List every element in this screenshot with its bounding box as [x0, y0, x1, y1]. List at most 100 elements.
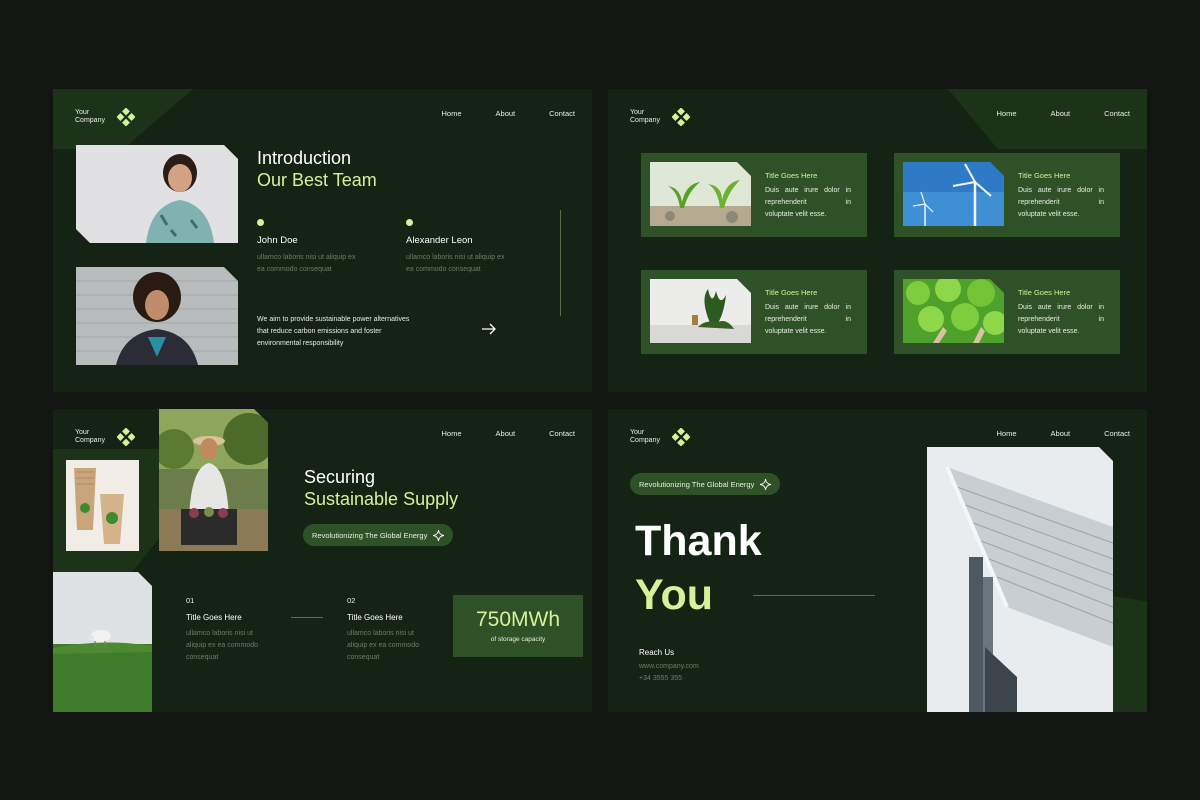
slide-supply: Your Company Home About Contact Securing… [53, 409, 592, 712]
slide-title: Introduction Our Best Team [257, 147, 377, 191]
member-desc-line: ea commodo consequat [406, 266, 481, 273]
divider-line [291, 617, 323, 618]
item-title: Title Goes Here [347, 613, 403, 622]
team-photo-john [76, 145, 238, 243]
logo-line-1: Your [630, 429, 645, 436]
member-desc-line: ea commodo consequat [257, 266, 332, 273]
card-text: Duis aute irure dolor in reprehenderit i… [765, 304, 851, 335]
website-link[interactable]: www.company.com [639, 663, 699, 670]
feature-card[interactable]: Title Goes Here Duis aute irure dolor in… [641, 153, 867, 237]
item-desc-line: aliquip ex ea commodo [347, 642, 419, 649]
member-name: Alexander Leon [406, 235, 473, 246]
logo-line-2: Company [630, 117, 660, 124]
bullet-dot [406, 219, 413, 226]
nav-home[interactable]: Home [997, 429, 1017, 438]
nav-contact[interactable]: Contact [549, 109, 575, 118]
logo-line-2: Company [75, 117, 105, 124]
card-title: Title Goes Here [1018, 288, 1071, 297]
slide-features: Your Company Home About Contact Title Go… [608, 89, 1147, 392]
wind-turbine-photo [903, 162, 1004, 226]
pill-label: Revolutionizing The Global Energy [312, 530, 428, 540]
solar-panel-photo [927, 447, 1113, 712]
nav-about[interactable]: About [496, 109, 516, 118]
diamond-logo-icon [117, 108, 135, 126]
lettuce-photo [903, 279, 1004, 343]
item-desc-line: consequat [186, 654, 219, 661]
logo-line-1: Your [630, 109, 645, 116]
nav-home[interactable]: Home [442, 109, 462, 118]
stat-label: of storage capacity [490, 636, 546, 643]
logo-line-1: Your [75, 109, 90, 116]
logo-line-2: Company [630, 437, 660, 444]
you-heading: You [635, 571, 714, 619]
company-logo[interactable]: Your Company [75, 108, 135, 126]
company-logo[interactable]: Your Company [630, 428, 690, 446]
member-name: John Doe [257, 235, 298, 246]
card-title: Title Goes Here [765, 171, 818, 180]
top-nav: Home About Contact [442, 109, 575, 118]
nav-home[interactable]: Home [997, 109, 1017, 118]
nav-home[interactable]: Home [442, 429, 462, 438]
feature-card[interactable]: Title Goes Here Duis aute irure dolor in… [894, 270, 1120, 354]
card-text: Duis aute irure dolor in reprehenderit i… [765, 187, 851, 218]
reach-us-label: Reach Us [639, 648, 675, 657]
divider-line [560, 210, 561, 316]
feature-card[interactable]: Title Goes Here Duis aute irure dolor in… [894, 153, 1120, 237]
diamond-logo-icon [672, 108, 690, 126]
sparkle-icon [760, 478, 772, 490]
mission-text: We aim to provide sustainable power alte… [257, 316, 410, 323]
item-title: Title Goes Here [186, 613, 242, 622]
nav-contact[interactable]: Contact [549, 429, 575, 438]
mission-text: that reduce carbon emissions and foster [257, 328, 382, 335]
title-line-1: Securing [304, 467, 376, 487]
item-desc-line: ullamco laboris nisi ut [347, 630, 414, 637]
member-desc-line: ullamco laboris nisi ut aliquip ex [406, 254, 505, 261]
plant-shelf-photo [650, 279, 751, 343]
stat-value: 750MWh [475, 608, 561, 631]
title-line-1: Introduction [257, 148, 352, 168]
divider-line [753, 595, 875, 596]
title-line-2: Sustainable Supply [304, 489, 459, 509]
company-logo[interactable]: Your Company [75, 428, 135, 446]
sheep-field-photo [53, 572, 152, 712]
item-desc-line: ullamco laboris nisi ut [186, 630, 253, 637]
nav-about[interactable]: About [1051, 429, 1071, 438]
tagline-pill[interactable]: Revolutionizing The Global Energy [303, 524, 454, 546]
decor-shape [948, 89, 1147, 149]
pill-label: Revolutionizing The Global Energy [639, 479, 755, 489]
item-number: 01 [186, 596, 195, 605]
tagline-pill[interactable]: Revolutionizing The Global Energy [630, 473, 781, 495]
card-title: Title Goes Here [765, 288, 818, 297]
arrow-right-icon[interactable] [481, 323, 497, 335]
nav-contact[interactable]: Contact [1104, 429, 1130, 438]
phone-number: +34 3555 355 [639, 675, 683, 682]
diamond-logo-icon [672, 428, 690, 446]
nav-about[interactable]: About [1051, 109, 1071, 118]
card-text: Duis aute irure dolor in reprehenderit i… [1018, 187, 1104, 218]
diamond-logo-icon [117, 428, 135, 446]
logo-line-1: Your [75, 429, 90, 436]
sparkle-icon [433, 529, 445, 541]
card-text: Duis aute irure dolor in reprehenderit i… [1018, 304, 1104, 335]
logo-line-2: Company [75, 437, 105, 444]
top-nav: Home About Contact [997, 429, 1130, 438]
member-desc-line: ullamco laboris nisi ut aliquip ex [257, 254, 356, 261]
nav-contact[interactable]: Contact [1104, 109, 1130, 118]
slide-title: Securing Sustainable Supply [304, 466, 458, 510]
seedlings-photo [650, 162, 751, 226]
title-line-2: Our Best Team [257, 170, 377, 190]
slide-team-intro: Your Company Home About Contact Introduc… [53, 89, 592, 392]
top-nav: Home About Contact [442, 429, 575, 438]
card-title: Title Goes Here [1018, 171, 1071, 180]
item-number: 02 [347, 596, 356, 605]
storage-stat-box: 750MWh of storage capacity [453, 595, 583, 657]
nav-about[interactable]: About [496, 429, 516, 438]
mission-text: environmental responsibility [257, 340, 344, 347]
item-desc-line: aliquip ex ea commodo [186, 642, 258, 649]
eco-cups-photo [66, 460, 139, 551]
company-logo[interactable]: Your Company [630, 108, 690, 126]
feature-card[interactable]: Title Goes Here Duis aute irure dolor in… [641, 270, 867, 354]
top-nav: Home About Contact [997, 109, 1130, 118]
bullet-dot [257, 219, 264, 226]
slide-thank-you: Your Company Home About Contact Revoluti… [608, 409, 1147, 712]
